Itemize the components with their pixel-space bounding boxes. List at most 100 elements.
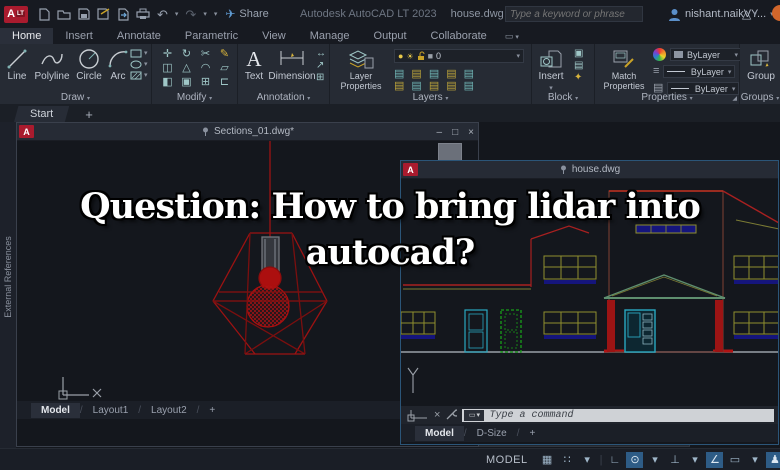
arc-button[interactable]: Arc <box>106 47 130 82</box>
copy-icon[interactable]: ◫ <box>158 62 177 76</box>
layer-unlock-all-button[interactable]: ▤ <box>446 79 456 92</box>
new-file-icon[interactable] <box>38 7 50 21</box>
block-panel-label[interactable]: Block ▾ <box>532 92 594 103</box>
annotation-visibility-toggle[interactable]: ♟ <box>766 451 780 468</box>
erase-icon[interactable]: ✎ <box>215 48 234 62</box>
maximize-button[interactable]: □ <box>452 127 458 138</box>
explode-icon[interactable]: ⊏ <box>215 76 234 90</box>
layer-unisolate-button[interactable]: ▤ <box>411 79 421 92</box>
table-icon[interactable]: ⊞ <box>316 73 326 83</box>
ellipse-tool-button[interactable]: ▾ <box>130 60 148 69</box>
house-window-titlebar[interactable]: A house.dwg <box>401 161 778 179</box>
close-command-icon[interactable]: × <box>434 409 440 421</box>
tab-start[interactable]: Start <box>14 106 70 122</box>
sections-window-titlebar[interactable]: A Sections_01.dwg* – □ × <box>17 123 478 141</box>
text-button[interactable]: A Text <box>242 47 266 83</box>
redo-caret-icon[interactable]: ▾ <box>203 10 207 18</box>
layer-dropdown[interactable]: ● ☀ ■ 0 ▾ <box>394 49 524 63</box>
group-button[interactable]: Group <box>743 47 779 82</box>
match-properties-button[interactable]: Match Properties <box>597 47 651 91</box>
modify-panel-label[interactable]: Modify ▾ <box>152 92 237 103</box>
tab-parametric[interactable]: Parametric <box>173 28 250 44</box>
dynamic-input-toggle[interactable]: ▭ <box>726 452 743 468</box>
house-tab-model[interactable]: Model <box>415 425 464 441</box>
layer-make-current-button[interactable]: ▤ <box>394 79 404 92</box>
lineweight-dropdown[interactable]: ByLayer ▾ <box>663 65 736 78</box>
scale-icon[interactable]: ▣ <box>177 76 196 90</box>
save-as-icon[interactable] <box>97 8 110 20</box>
external-references-palette-tab[interactable]: External References <box>0 122 16 448</box>
wrench-icon[interactable] <box>445 409 458 421</box>
rectangle-tool-button[interactable]: ▾ <box>130 49 148 58</box>
fillet-icon[interactable]: ◠ <box>196 62 215 76</box>
sections-tab-layout2[interactable]: Layout2 <box>141 403 197 418</box>
rotate-icon[interactable]: ↻ <box>177 48 196 62</box>
tab-output[interactable]: Output <box>362 28 419 44</box>
customize-toolbar-caret-icon[interactable]: ▾ <box>214 10 218 18</box>
command-line-input[interactable]: ▭ ▾ Type a command <box>462 408 774 422</box>
house-new-layout-button[interactable]: + <box>519 426 545 441</box>
color-wheel-icon[interactable] <box>653 48 666 61</box>
tab-annotate[interactable]: Annotate <box>105 28 173 44</box>
undo-caret-icon[interactable]: ▾ <box>175 10 179 18</box>
array-icon[interactable]: ⊞ <box>196 76 215 90</box>
minimize-button[interactable]: – <box>437 127 443 138</box>
create-block-icon[interactable]: ▣ <box>574 49 583 59</box>
annotation-panel-label[interactable]: Annotation ▾ <box>238 92 329 103</box>
layers-panel-label[interactable]: Layers ▾ <box>330 92 531 103</box>
app-logo-icon[interactable]: A LT <box>4 5 28 23</box>
linear-dimension-icon[interactable]: ↔ <box>316 49 326 59</box>
user-account-button[interactable]: nishant.naikVY... ▾ <box>668 0 774 28</box>
snap-caret-icon[interactable]: ▾ <box>579 452 596 468</box>
draw-panel-label[interactable]: Draw ▾ <box>0 92 151 103</box>
osnap-caret-icon[interactable]: ▾ <box>746 452 763 468</box>
export-icon[interactable] <box>117 7 129 21</box>
move-icon[interactable]: ✛ <box>158 48 177 62</box>
block-attributes-icon[interactable]: ✦ <box>574 73 583 83</box>
leader-icon[interactable]: ↗ <box>316 61 326 71</box>
edit-block-icon[interactable]: ▤ <box>574 61 583 71</box>
trim-icon[interactable]: ✂ <box>196 48 215 62</box>
object-color-dropdown[interactable]: ByLayer ▾ <box>670 48 742 61</box>
tab-view[interactable]: View <box>250 28 298 44</box>
open-folder-icon[interactable] <box>57 8 71 20</box>
offset-icon[interactable]: ▱ <box>215 62 234 76</box>
circle-button[interactable]: Circle <box>74 47 104 82</box>
sections-tab-layout1[interactable]: Layout1 <box>83 403 139 418</box>
share-button[interactable]: ✈ Share <box>225 7 268 21</box>
isodraft-caret-icon[interactable]: ▾ <box>686 452 703 468</box>
layer-walk-button[interactable]: ▤ <box>464 79 474 92</box>
properties-panel-label[interactable]: Properties ▾ <box>595 92 739 103</box>
tab-collaborate[interactable]: Collaborate <box>419 28 499 44</box>
properties-launcher-icon[interactable]: ◢ <box>732 95 737 102</box>
osnap-toggle[interactable]: ∠ <box>706 451 724 468</box>
dimension-button[interactable]: Dimension <box>266 47 318 82</box>
autodesk-access-button[interactable]: △ ▾ <box>742 0 757 28</box>
tab-insert[interactable]: Insert <box>53 28 105 44</box>
polar-tracking-toggle[interactable]: ⊙ <box>626 451 644 468</box>
layer-properties-button[interactable]: Layer Properties <box>332 47 390 91</box>
house-tab-dsize[interactable]: D-Size <box>467 426 517 441</box>
hatch-tool-button[interactable]: ▾ <box>130 71 148 80</box>
mirror-icon[interactable]: △ <box>177 62 196 76</box>
close-button[interactable]: × <box>468 127 474 138</box>
ribbon-display-toggle[interactable]: ▭ ▾ <box>505 31 519 44</box>
groups-panel-label[interactable]: Groups ▾ <box>740 92 780 103</box>
search-input[interactable] <box>506 8 648 20</box>
command-history-button[interactable]: ▭ ▾ <box>464 409 485 421</box>
tab-home[interactable]: Home <box>0 28 54 44</box>
new-drawing-tab-button[interactable]: + <box>79 107 99 122</box>
save-icon[interactable] <box>78 8 90 20</box>
insert-block-button[interactable]: Insert ▾ <box>534 47 568 93</box>
lineweight-icon[interactable]: ≡ <box>653 66 659 77</box>
line-button[interactable]: Line <box>4 47 30 82</box>
tab-manage[interactable]: Manage <box>298 28 362 44</box>
plot-printer-icon[interactable] <box>136 8 150 20</box>
model-space-indicator[interactable]: MODEL <box>486 454 528 466</box>
polyline-button[interactable]: Polyline <box>32 47 72 82</box>
sections-tab-model[interactable]: Model <box>31 402 80 418</box>
stretch-icon[interactable]: ◧ <box>158 76 177 90</box>
grid-display-toggle[interactable]: ▦ <box>539 452 556 468</box>
isodraft-toggle[interactable]: ⊥ <box>666 452 683 468</box>
layer-thaw-button[interactable]: ▤ <box>429 79 439 92</box>
